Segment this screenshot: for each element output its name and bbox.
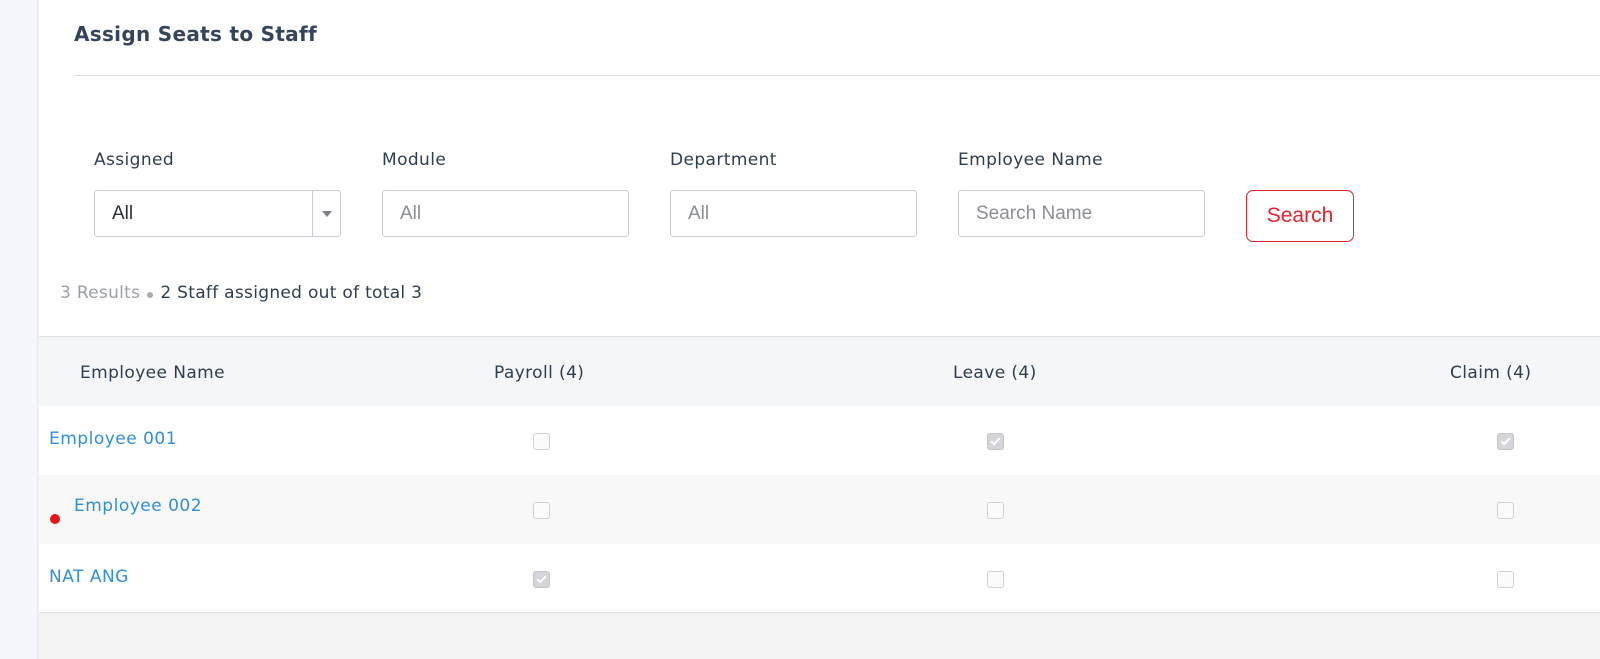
payroll-checkbox[interactable] xyxy=(533,571,550,588)
chevron-down-icon[interactable] xyxy=(312,191,340,236)
claim-checkbox[interactable] xyxy=(1497,502,1514,519)
leave-checkbox[interactable] xyxy=(987,502,1004,519)
assigned-summary: 2 Staff assigned out of total 3 xyxy=(160,283,423,303)
claim-checkbox[interactable] xyxy=(1497,433,1514,450)
employee-name-search-input[interactable]: Search Name xyxy=(958,190,1205,237)
search-button[interactable]: Search xyxy=(1246,190,1354,242)
column-header-payroll: Payroll (4) xyxy=(494,363,585,383)
column-header-leave: Leave (4) xyxy=(953,363,1037,383)
department-field[interactable]: All xyxy=(670,190,917,237)
employee-name-label: Employee Name xyxy=(958,150,1103,170)
column-header-claim: Claim (4) xyxy=(1450,363,1532,383)
table-row: Employee 001 xyxy=(39,406,1600,475)
employee-link[interactable]: Employee 001 xyxy=(49,429,177,449)
checkmark-icon xyxy=(536,573,547,584)
department-field-value: All xyxy=(688,202,710,224)
table-row: NAT ANG xyxy=(39,544,1600,613)
payroll-checkbox[interactable] xyxy=(533,433,550,450)
unassigned-indicator-dot xyxy=(50,514,60,524)
left-sidebar-rail xyxy=(0,0,38,659)
column-header-employee-name: Employee Name xyxy=(80,363,225,383)
employee-link[interactable]: NAT ANG xyxy=(49,567,129,587)
checkmark-icon xyxy=(1500,435,1511,446)
results-summary: 3 Results 2 Staff assigned out of total … xyxy=(60,283,422,303)
table-footer xyxy=(39,612,1600,659)
assign-seats-panel: Assign Seats to Staff Assigned All Modul… xyxy=(39,0,1600,659)
payroll-checkbox[interactable] xyxy=(533,502,550,519)
separator-dot xyxy=(147,292,154,298)
assigned-select-value: All xyxy=(112,202,134,224)
table-header: Employee Name Payroll (4) Leave (4) Clai… xyxy=(39,337,1600,406)
title-divider xyxy=(74,75,1600,76)
assigned-label: Assigned xyxy=(94,150,175,170)
leave-checkbox[interactable] xyxy=(987,433,1004,450)
checkmark-icon xyxy=(990,435,1001,446)
table-row: Employee 002 xyxy=(39,475,1600,544)
page-title: Assign Seats to Staff xyxy=(74,22,317,46)
leave-checkbox[interactable] xyxy=(987,571,1004,588)
employee-link[interactable]: Employee 002 xyxy=(74,496,202,516)
module-field[interactable]: All xyxy=(382,190,629,237)
module-field-value: All xyxy=(400,202,422,224)
module-label: Module xyxy=(382,150,447,170)
department-label: Department xyxy=(670,150,777,170)
results-count: 3 Results xyxy=(60,283,141,303)
assigned-select[interactable]: All xyxy=(94,190,341,237)
employee-name-placeholder: Search Name xyxy=(976,202,1093,224)
claim-checkbox[interactable] xyxy=(1497,571,1514,588)
